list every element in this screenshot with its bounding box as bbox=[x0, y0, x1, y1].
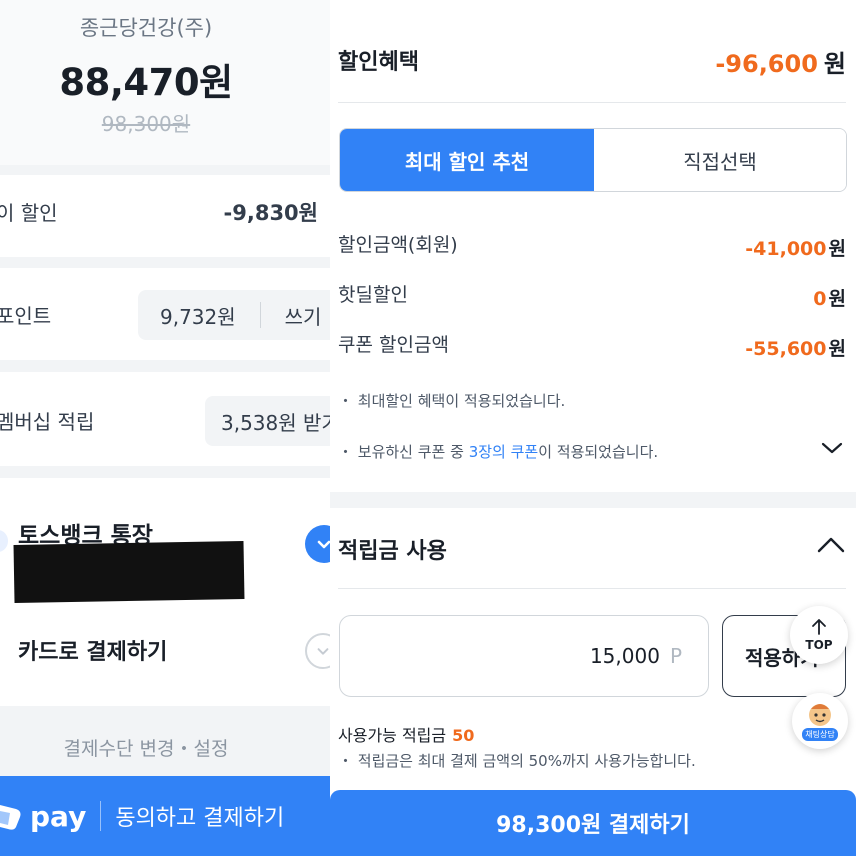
redacted-account-number bbox=[13, 540, 245, 604]
member-discount-label: 할인금액(회원) bbox=[338, 234, 458, 256]
member-discount-value: -41,000 원 bbox=[745, 234, 846, 261]
toss-logo-icon bbox=[0, 805, 21, 830]
chat-consult-button[interactable]: 채팅상담 bbox=[792, 693, 848, 749]
coupon-discount-value: -55,600 원 bbox=[745, 334, 846, 361]
available-points-label: 사용가능 적립금 bbox=[338, 726, 447, 745]
amount: 0 bbox=[813, 288, 827, 310]
original-price: 98,300원 bbox=[101, 112, 191, 136]
points-use-control[interactable]: 9,732원 쓰기 bbox=[138, 290, 330, 340]
arrow-up-icon bbox=[812, 619, 826, 635]
right-checkout-panel: 할인혜택 -96,600 원 최대 할인 추천 직접선택 할인금액(회원) -41… bbox=[330, 0, 856, 856]
won-unit: 원 bbox=[823, 50, 846, 78]
membership-claim-button[interactable]: 3,538원 받기 bbox=[205, 396, 330, 446]
note-text: ・ 보유하신 쿠폰 중 bbox=[338, 443, 469, 461]
amount: -55,600 bbox=[745, 338, 827, 360]
points-label: 포인트 bbox=[0, 304, 52, 328]
discount-total-value: -96,600 bbox=[715, 50, 818, 78]
section-divider bbox=[330, 492, 856, 508]
points-row: 포인트 9,732원 쓰기 bbox=[0, 268, 330, 360]
chat-label: 채팅상담 bbox=[802, 728, 838, 741]
pay-logo-text: pay bbox=[30, 799, 87, 833]
hotdeal-discount-label: 핫딜할인 bbox=[338, 284, 408, 306]
discount-total: -96,600 원 bbox=[715, 44, 846, 79]
left-checkout-panel: 종근당건강(주) 88,470원 98,300원 이 할인 -9,830원 포인… bbox=[0, 0, 330, 856]
points-balance: 9,732원 bbox=[160, 304, 236, 329]
points-use-title: 적립금 사용 bbox=[338, 539, 447, 564]
divider bbox=[100, 801, 102, 831]
won-unit: 원 bbox=[828, 338, 846, 360]
points-limit-note: ・ 적립금은 최대 결제 금액의 50%까지 사용가능합니다. bbox=[338, 752, 696, 770]
max-discount-note: ・ 최대할인 혜택이 적용되었습니다. bbox=[338, 392, 566, 410]
pay-button[interactable]: 98,300원 결제하기 bbox=[330, 790, 856, 856]
top-label: TOP bbox=[805, 638, 833, 652]
change-payment-method-link[interactable]: 결제수단 변경・설정 bbox=[0, 734, 292, 761]
won-unit: 원 bbox=[828, 238, 846, 260]
tab-max-discount[interactable]: 최대 할인 추천 bbox=[340, 129, 594, 191]
won-unit: 원 bbox=[828, 288, 846, 310]
toss-pay-logo: pay bbox=[0, 800, 86, 833]
agree-and-pay-bar[interactable]: pay 동의하고 결제하기 bbox=[0, 776, 330, 856]
use-points-button[interactable]: 쓰기 bbox=[261, 301, 322, 330]
chat-mascot-icon bbox=[809, 704, 831, 726]
hotdeal-discount-value: 0원 bbox=[813, 284, 846, 311]
agree-pay-button-label: 동의하고 결제하기 bbox=[115, 806, 285, 831]
coupon-count-highlight: 3장의 쿠폰 bbox=[468, 443, 539, 461]
chevron-up-icon[interactable] bbox=[816, 534, 846, 560]
points-unit: P bbox=[669, 644, 682, 668]
divider bbox=[338, 588, 846, 589]
divider bbox=[338, 102, 846, 103]
card-payment-option[interactable]: 카드로 결제하기 bbox=[18, 634, 167, 666]
discount-mode-toggle: 최대 할인 추천 직접선택 bbox=[339, 128, 847, 192]
membership-row: 멤버십 적립 3,538원 받기 bbox=[0, 372, 330, 466]
discount-value: -9,830원 bbox=[223, 201, 318, 225]
discount-row: 이 할인 -9,830원 bbox=[0, 175, 330, 257]
note-text: 이 적용되었습니다. bbox=[538, 443, 659, 461]
membership-value: 3,538원 받기 bbox=[221, 410, 330, 435]
membership-label: 멤버십 적립 bbox=[0, 410, 95, 434]
chevron-down-icon[interactable] bbox=[820, 440, 844, 460]
discount-benefit-title: 할인혜택 bbox=[338, 50, 419, 75]
discount-label: 이 할인 bbox=[0, 201, 58, 225]
product-summary: 종근당건강(주) 88,470원 98,300원 bbox=[0, 0, 330, 165]
seller-name: 종근당건강(주) bbox=[79, 16, 213, 40]
available-points-value: 50 bbox=[452, 726, 475, 745]
tab-manual-select[interactable]: 직접선택 bbox=[594, 129, 846, 191]
scroll-top-button[interactable]: TOP bbox=[790, 606, 848, 664]
available-points: 사용가능 적립금 50 bbox=[338, 722, 474, 746]
amount: -41,000 bbox=[745, 238, 827, 260]
points-input-value: 15,000 bbox=[589, 644, 660, 668]
sale-price: 88,470원 bbox=[59, 61, 233, 104]
points-amount-input[interactable]: 15,000 P bbox=[339, 615, 709, 697]
coupon-applied-note: ・ 보유하신 쿠폰 중 3장의 쿠폰이 적용되었습니다. bbox=[338, 441, 658, 462]
coupon-discount-label: 쿠폰 할인금액 bbox=[338, 334, 449, 356]
